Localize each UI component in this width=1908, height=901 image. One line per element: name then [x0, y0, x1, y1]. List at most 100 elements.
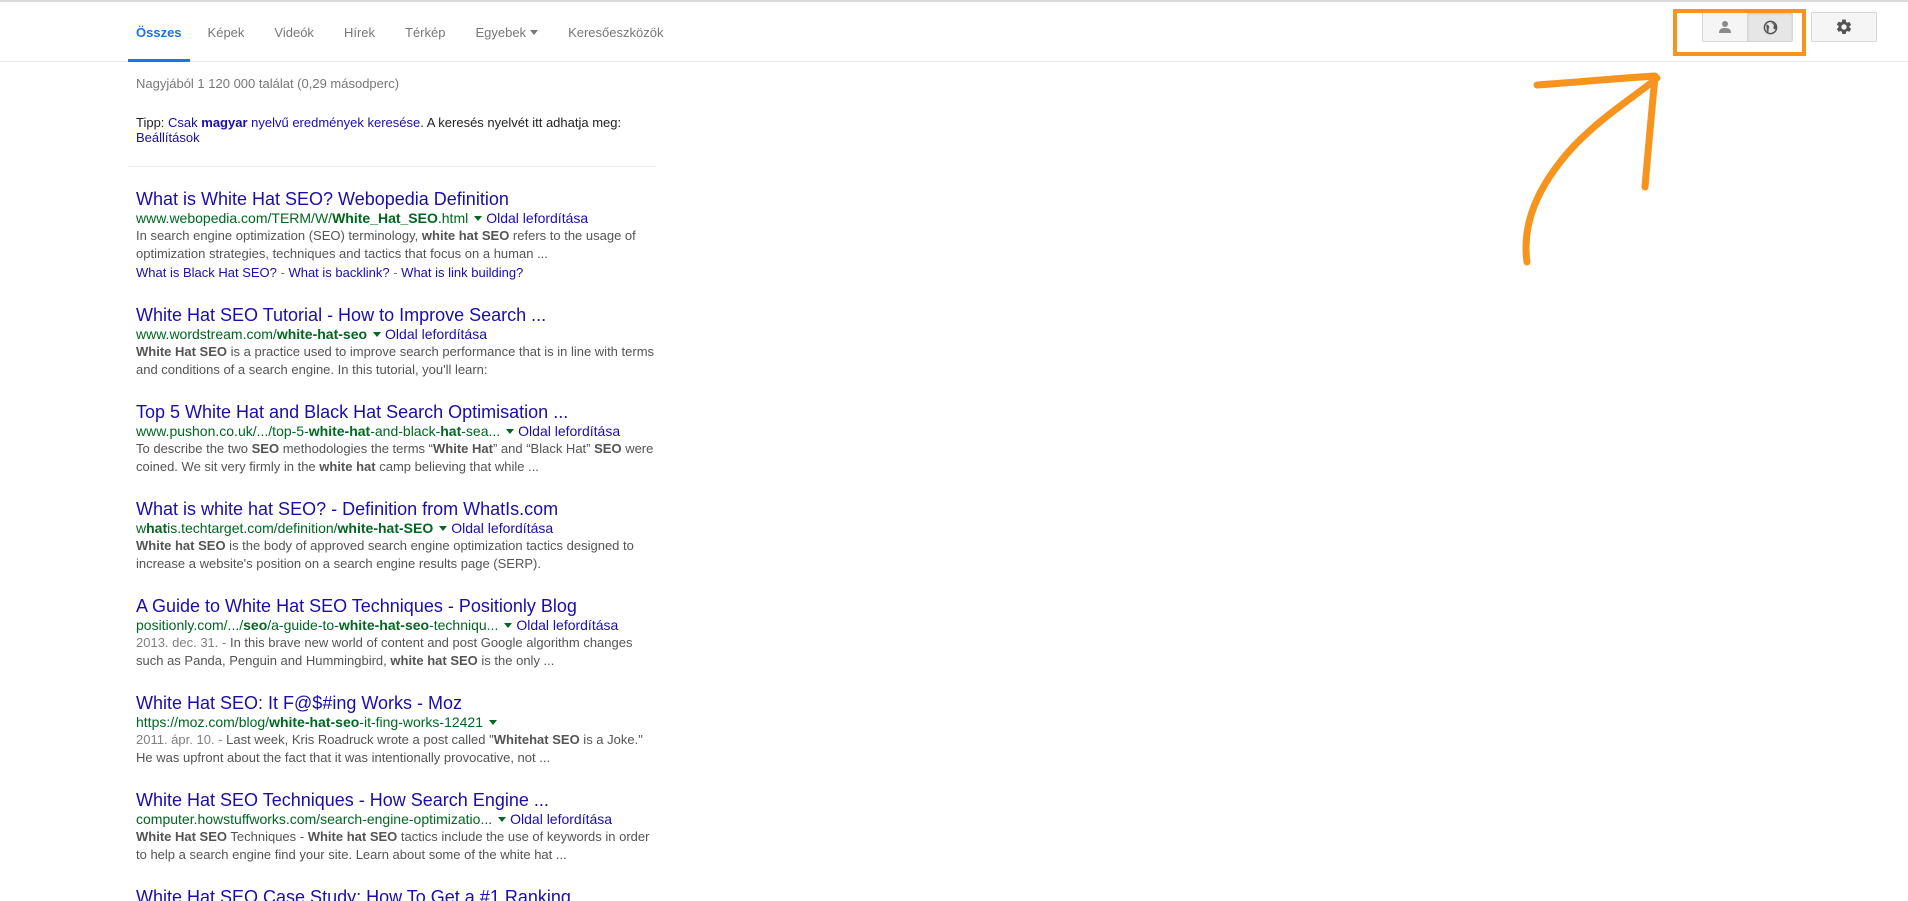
sitelink[interactable]: What is backlink? — [288, 265, 389, 280]
search-result: White Hat SEO Case Study: How To Get a #… — [136, 886, 656, 901]
result-url: www.pushon.co.uk/.../top-5-white-hat-and… — [136, 423, 500, 439]
tab-kepek[interactable]: Képek — [196, 3, 257, 61]
result-url: www.wordstream.com/white-hat-seo — [136, 326, 367, 342]
tip-middle: . A keresés nyelvét itt adhatja meg: — [420, 115, 622, 130]
tip-prefix: Tipp: — [136, 115, 169, 130]
translate-page-link[interactable]: Oldal lefordítása — [486, 210, 588, 226]
snippet-part: SEO — [251, 441, 280, 456]
snippet-part: white hat SEO — [421, 228, 510, 243]
url-part: -sea... — [461, 423, 501, 439]
result-title-link[interactable]: Top 5 White Hat and Black Hat Search Opt… — [136, 401, 656, 423]
tab-egyebek[interactable]: Egyebek — [463, 3, 550, 61]
result-url: www.webopedia.com/TERM/W/White_Hat_SEO.h… — [136, 210, 468, 226]
global-results-button[interactable] — [1747, 13, 1792, 41]
result-url-line: computer.howstuffworks.com/search-engine… — [136, 811, 656, 828]
url-options-icon[interactable] — [498, 816, 507, 822]
url-part: .html — [437, 210, 469, 226]
url-options-icon[interactable] — [506, 428, 515, 434]
search-nav-bar: Összes Képek Videók Hírek Térkép Egyebek Keres… — [0, 3, 1908, 62]
search-results-page: Összes Képek Videók Hírek Térkép Egyebek Keres… — [0, 0, 1908, 901]
snippet-part: white hat — [319, 459, 376, 474]
url-part: /a-guide-to- — [267, 617, 339, 633]
translate-page-link[interactable]: Oldal lefordítása — [385, 326, 487, 342]
search-result: Top 5 White Hat and Black Hat Search Opt… — [136, 401, 656, 476]
translate-page-link[interactable]: Oldal lefordítása — [451, 520, 553, 536]
result-url-line: www.webopedia.com/TERM/W/White_Hat_SEO.h… — [136, 210, 656, 227]
snippet-part: white hat SEO — [390, 653, 478, 668]
url-part: hat — [440, 423, 462, 439]
settings-button[interactable] — [1811, 12, 1877, 42]
result-url: positionly.com/.../seo/a-guide-to-white-… — [136, 617, 498, 633]
snippet-part: White Hat SEO — [136, 829, 228, 844]
globe-icon — [1763, 20, 1777, 34]
result-sitelinks: What is Black Hat SEO? - What is backlin… — [136, 265, 524, 280]
result-title-link[interactable]: White Hat SEO Techniques - How Search En… — [136, 789, 656, 811]
snippet-part: In search engine optimization (SEO) term… — [136, 228, 422, 243]
tab-label: Hírek — [343, 24, 375, 40]
result-url: whatis.techtarget.com/definition/white-h… — [136, 520, 433, 536]
tab-terkep[interactable]: Térkép — [393, 3, 457, 61]
tab-label: Összes — [136, 24, 182, 40]
url-options-icon[interactable] — [504, 622, 513, 628]
snippet-part: White hat SEO — [307, 829, 398, 844]
result-title-link[interactable]: White Hat SEO: It F@$#ing Works - Moz — [136, 692, 656, 714]
result-title-link[interactable]: What is white hat SEO? - Definition from… — [136, 498, 656, 520]
result-title-link[interactable]: White Hat SEO Tutorial - How to Improve … — [136, 304, 656, 326]
result-title-link[interactable]: What is White Hat SEO? Webopedia Definit… — [136, 188, 656, 210]
translate-page-link[interactable]: Oldal lefordítása — [516, 617, 618, 633]
translate-page-link[interactable]: Oldal lefordítása — [510, 811, 612, 827]
result-url-line: https://moz.com/blog/white-hat-seo-it-fi… — [136, 714, 656, 731]
top-border — [0, 0, 1908, 2]
sitelink[interactable]: What is Black Hat SEO? — [136, 265, 277, 280]
result-title-link[interactable]: White Hat SEO Case Study: How To Get a #… — [136, 886, 656, 901]
url-part: white-hat — [308, 423, 371, 439]
url-part: white-hat-seo — [338, 617, 430, 633]
hungarian-only-link[interactable]: Csak magyar nyelvű eredmények keresése — [168, 115, 420, 130]
tab-label: Térkép — [405, 24, 446, 40]
tab-label: Képek — [207, 24, 245, 40]
search-result: White Hat SEO Tutorial - How to Improve … — [136, 304, 656, 379]
url-part: www.pushon.co.uk/.../top-5- — [136, 423, 309, 439]
url-part: www.wordstream.com/ — [136, 326, 277, 342]
url-options-icon[interactable] — [373, 331, 382, 337]
snippet-part: camp believing that while ... — [375, 459, 539, 474]
url-part: computer.howstuffworks.com/search-engine… — [136, 811, 493, 827]
url-options-icon[interactable] — [474, 215, 483, 221]
tab-label: Keresőeszközök — [568, 24, 664, 40]
url-part: White_Hat_SEO — [332, 210, 438, 226]
snippet-part: White Hat — [433, 441, 493, 456]
url-part: -and-black- — [370, 423, 441, 439]
url-options-icon[interactable] — [489, 719, 498, 725]
tab-label: Videók — [274, 24, 314, 40]
translate-page-link[interactable]: Oldal lefordítása — [518, 423, 620, 439]
result-url-line: positionly.com/.../seo/a-guide-to-white-… — [136, 617, 656, 634]
language-tip: Tipp: Csak magyar nyelvű eredmények kere… — [136, 115, 656, 145]
result-date: 2011. ápr. 10. - — [136, 732, 227, 747]
url-options-icon[interactable] — [439, 525, 448, 531]
sitelink[interactable]: What is link building? — [401, 265, 523, 280]
url-part: w — [136, 520, 147, 536]
result-snippet: 2011. ápr. 10. - Last week, Kris Roadruc… — [136, 731, 656, 767]
person-icon — [1719, 21, 1731, 33]
url-part: -it-fing-works-12421 — [359, 714, 484, 730]
url-part: hat — [146, 520, 168, 536]
snippet-part: methodologies the terms “ — [279, 441, 433, 456]
result-snippet: White Hat SEO is a practice used to impr… — [136, 343, 656, 379]
tab-hirek[interactable]: Hírek — [332, 3, 387, 61]
result-url-line: www.wordstream.com/white-hat-seo Oldal le… — [136, 326, 656, 343]
personal-results-button[interactable] — [1703, 13, 1747, 41]
divider — [128, 166, 656, 167]
url-part: white-hat-seo — [269, 714, 360, 730]
snippet-part: ” and “Black Hat” — [492, 441, 595, 456]
snippet-part: Techniques - — [227, 829, 308, 844]
tip-link-pre: Csak — [168, 115, 202, 130]
language-settings-link[interactable]: Beállítások — [136, 130, 200, 145]
tab-videok[interactable]: Videók — [262, 3, 326, 61]
tab-osszes[interactable]: Összes — [128, 3, 190, 62]
result-title-link[interactable]: A Guide to White Hat SEO Techniques - Po… — [136, 595, 656, 617]
tab-keresoeszkozok[interactable]: Keresőeszközök — [556, 3, 675, 61]
result-snippet: To describe the two SEO methodologies th… — [136, 440, 656, 476]
snippet-part: is the only ... — [477, 653, 555, 668]
snippet-part: To describe the two — [136, 441, 252, 456]
snippet-part: Last week, Kris Roadruck wrote a post ca… — [226, 732, 494, 747]
